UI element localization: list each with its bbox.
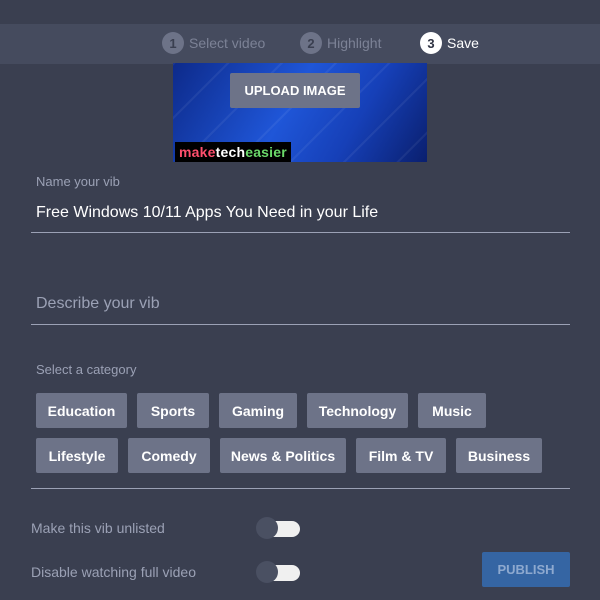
publish-button[interactable]: PUBLISH [482,552,570,587]
category-technology[interactable]: Technology [307,393,408,428]
category-sports[interactable]: Sports [137,393,209,428]
category-divider [31,488,570,489]
step-number-2: 2 [300,32,322,54]
category-business[interactable]: Business [456,438,542,473]
category-music[interactable]: Music [418,393,486,428]
thumbnail-preview: UPLOAD IMAGE make tech easier [173,63,427,162]
logo-text-easier: easier [245,144,287,160]
category-comedy[interactable]: Comedy [128,438,210,473]
unlisted-toggle[interactable] [256,517,300,539]
stepper: 1 Select video 2 Highlight 3 Save [0,24,600,64]
describe-input-underline [31,324,570,325]
category-education[interactable]: Education [36,393,127,428]
step-select-video[interactable]: 1 Select video [162,32,265,54]
step-number-1: 1 [162,32,184,54]
unlisted-toggle-label: Make this vib unlisted [31,520,165,536]
full-video-toggle-label: Disable watching full video [31,564,196,580]
full-video-toggle-knob [256,561,278,583]
name-field-label: Name your vib [36,174,120,189]
save-vib-page: 1 Select video 2 Highlight 3 Save UPLOAD… [0,0,600,600]
category-lifestyle[interactable]: Lifestyle [36,438,118,473]
name-input-underline [31,232,570,233]
maketecheasier-logo: make tech easier [175,142,291,162]
logo-text-make: make [179,144,216,160]
describe-input[interactable]: Describe your vib [36,295,160,313]
top-bar [0,0,600,24]
step-label-save: Save [447,35,479,51]
category-label: Select a category [36,362,137,377]
step-save[interactable]: 3 Save [420,32,479,54]
category-gaming[interactable]: Gaming [219,393,297,428]
step-number-3: 3 [420,32,442,54]
step-label-select-video: Select video [189,35,266,51]
name-input[interactable]: Free Windows 10/11 Apps You Need in your… [36,204,378,222]
logo-text-tech: tech [215,144,246,160]
upload-image-button[interactable]: UPLOAD IMAGE [230,73,360,108]
category-film-tv[interactable]: Film & TV [356,438,446,473]
step-highlight[interactable]: 2 Highlight [300,32,381,54]
full-video-toggle[interactable] [256,561,300,583]
step-label-highlight: Highlight [327,35,382,51]
unlisted-toggle-knob [256,517,278,539]
category-news-politics[interactable]: News & Politics [220,438,346,473]
